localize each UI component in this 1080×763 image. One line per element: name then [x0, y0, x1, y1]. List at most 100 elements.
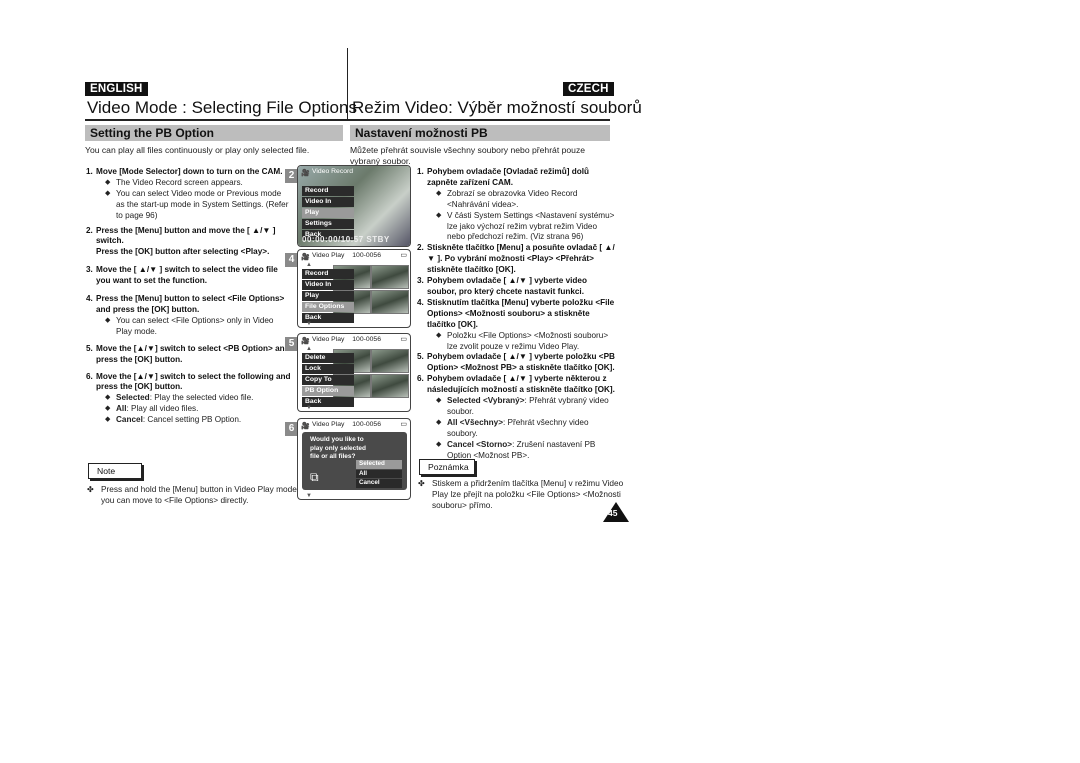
lcd-menu: Record Video In Play Settings Back [302, 186, 354, 241]
note-text: Stiskem a přidržením tlačítka [Menu] v r… [432, 478, 624, 510]
english-section-header: Setting the PB Option [85, 125, 343, 141]
option-all[interactable]: All [356, 469, 402, 479]
english-step-1: 1. Move [Mode Selector] down to turn on … [86, 167, 291, 222]
bullet-term: All [116, 404, 127, 414]
option-selected[interactable]: Selected [356, 460, 402, 469]
bullet-text: You can select <File Options> only in Vi… [116, 315, 274, 336]
lcd-topbar: 🎥 Video Play 100-0056 [298, 250, 410, 262]
scroll-down-icon[interactable]: ▼ [306, 321, 312, 327]
bullet-icon: ◆ [436, 189, 442, 197]
czech-intro: Můžete přehrát souvisle všechny soubory … [350, 145, 586, 166]
step-text: Pohybem ovladače [ ▲/▼ ] vyberte některo… [427, 374, 615, 395]
english-step-2: 2. Press the [Menu] button and move the … [86, 226, 291, 259]
step-text: Move the [▲/▼] switch to select the foll… [96, 371, 291, 392]
english-step-3: 3. Move the [ ▲/▼ ] switch to select the… [86, 265, 291, 287]
page-number: 45 [608, 508, 618, 518]
step-bullet: ◆ V části System Settings <Nastavení syst… [427, 211, 617, 244]
menu-item-lock[interactable]: Lock [302, 363, 354, 375]
dialog-question: Would you like to play only selected fil… [310, 436, 366, 460]
bullet-text: V části System Settings <Nastavení systé… [447, 210, 615, 242]
bullet-text: You can select Video mode or Previous mo… [116, 188, 289, 220]
step-number: 5. [86, 343, 93, 353]
step-bullet: ◆ Selected <Vybraný>: Přehrát vybraný vid… [427, 396, 617, 418]
bullet-icon: ◆ [436, 440, 442, 448]
scroll-down-icon[interactable]: ▼ [306, 493, 312, 499]
bullet-icon: ◆ [105, 316, 111, 324]
bullet-icon: ◆ [436, 418, 442, 426]
bullet-term: Selected <Vybraný> [447, 396, 525, 406]
menu-item-pb-option[interactable]: PB Option [302, 385, 354, 397]
menu-item-play[interactable]: Play [302, 290, 354, 302]
step-text: Move [Mode Selector] down to turn on the… [96, 167, 283, 176]
lcd-menu: Delete Lock Copy To PB Option Back [302, 353, 354, 408]
bullet-icon: ◆ [105, 178, 111, 186]
step-text: Press the [Menu] button to select <File … [96, 294, 285, 314]
file-counter: 100-0056 [352, 421, 381, 428]
bullet-icon: ◆ [436, 331, 442, 339]
menu-item-file-options[interactable]: File Options [302, 301, 354, 313]
bullet-text: The Video Record screen appears. [116, 177, 243, 187]
bullet-icon: ◆ [105, 189, 111, 197]
menu-item-play[interactable]: Play [302, 207, 354, 219]
step-number: 2. [417, 243, 424, 253]
scroll-down-icon[interactable]: ▼ [306, 405, 312, 411]
english-note-label: Note [88, 463, 142, 479]
bullet-term: Cancel [116, 415, 143, 425]
menu-item-delete[interactable]: Delete [302, 353, 354, 364]
thumbnail[interactable] [371, 265, 409, 289]
step-bullet: ◆ Selected: Play the selected video file. [96, 393, 291, 404]
step-text: Move the [▲/▼] switch to select <PB Opti… [96, 343, 290, 364]
bullet-text: Zobrazí se obrazovka Video Record <Nahrá… [447, 188, 578, 209]
english-note: ✤ Press and hold the [Menu] button in Vi… [87, 484, 301, 506]
menu-item-record[interactable]: Record [302, 186, 354, 197]
english-step-4: 4. Press the [Menu] button to select <Fi… [86, 294, 291, 338]
lcd-title: Video Play [312, 421, 345, 428]
battery-icon: ▭ [400, 421, 407, 428]
czech-step-1: 1. Pohybem ovladače [Ovladač režimů] dol… [417, 167, 617, 243]
menu-item-record[interactable]: Record [302, 269, 354, 280]
step-bullet: ◆ You can select <File Options> only in V… [96, 316, 291, 338]
menu-item-video-in[interactable]: Video In [302, 196, 354, 208]
czech-step-4: 4. Stisknutím tlačítka [Menu] vyberte po… [417, 298, 617, 353]
bullet-text: : Play the selected video file. [149, 393, 254, 403]
english-language-badge: ENGLISH [85, 82, 148, 96]
thumbnail[interactable] [371, 349, 409, 373]
bullet-icon: ◆ [105, 394, 111, 402]
file-icon: ⧉ [310, 470, 319, 484]
czech-section-header: Nastavení možnosti PB [350, 125, 610, 141]
lcd-title: Video Record [312, 168, 354, 175]
lcd-topbar: 🎥 Video Play 100-0056 [298, 334, 410, 346]
page-divider [347, 48, 348, 120]
menu-item-settings[interactable]: Settings [302, 218, 354, 230]
bullet-text: : Play all video files. [126, 404, 199, 414]
step-bullet: ◆ You can select Video mode or Previous m… [96, 189, 291, 222]
thumbnail[interactable] [371, 374, 409, 398]
thumbnail[interactable] [371, 290, 409, 314]
scroll-up-icon[interactable]: ▲ [306, 346, 312, 352]
step-text: Move the [ ▲/▼ ] switch to select the vi… [96, 265, 278, 286]
lcd-title: Video Play [312, 336, 345, 343]
english-step-6: 6. Move the [▲/▼] switch to select the f… [86, 372, 291, 427]
page-number-badge: 45 [603, 502, 629, 522]
dialog-options: Selected All Cancel [356, 460, 402, 489]
step-text: Pohybem ovladače [ ▲/▼ ] vyberte položku… [427, 352, 615, 373]
scroll-up-icon[interactable]: ▲ [306, 262, 312, 268]
note-icon: ✤ [87, 485, 94, 494]
bullet-term: Cancel <Storno> [447, 439, 513, 449]
czech-step-5: 5. Pohybem ovladače [ ▲/▼ ] vyberte polo… [417, 352, 617, 374]
english-step-5: 5. Move the [▲/▼] switch to select <PB O… [86, 344, 291, 366]
step-number: 2. [86, 225, 93, 235]
lcd-screen-pb-dialog: 🎥 Video Play 100-0056 ▭ Would you like t… [297, 418, 411, 500]
bullet-icon: ◆ [105, 416, 111, 424]
bullet-icon: ◆ [436, 397, 442, 405]
bullet-text: : Cancel setting PB Option. [142, 415, 242, 425]
lcd-screen-pb-option: 🎥 Video Play 100-0056 ▭ ▲ Delete Lock Co… [297, 333, 411, 412]
bullet-icon: ◆ [436, 211, 442, 219]
battery-icon: ▭ [400, 252, 407, 259]
menu-item-video-in[interactable]: Video In [302, 279, 354, 291]
menu-item-copy-to[interactable]: Copy To [302, 374, 354, 386]
lcd-menu: Record Video In Play File Options Back [302, 269, 354, 324]
option-cancel[interactable]: Cancel [356, 479, 402, 488]
english-steps: 1. Move [Mode Selector] down to turn on … [86, 167, 291, 430]
step-bullet: ◆ All <Všechny>: Přehrát všechny video so… [427, 418, 617, 440]
